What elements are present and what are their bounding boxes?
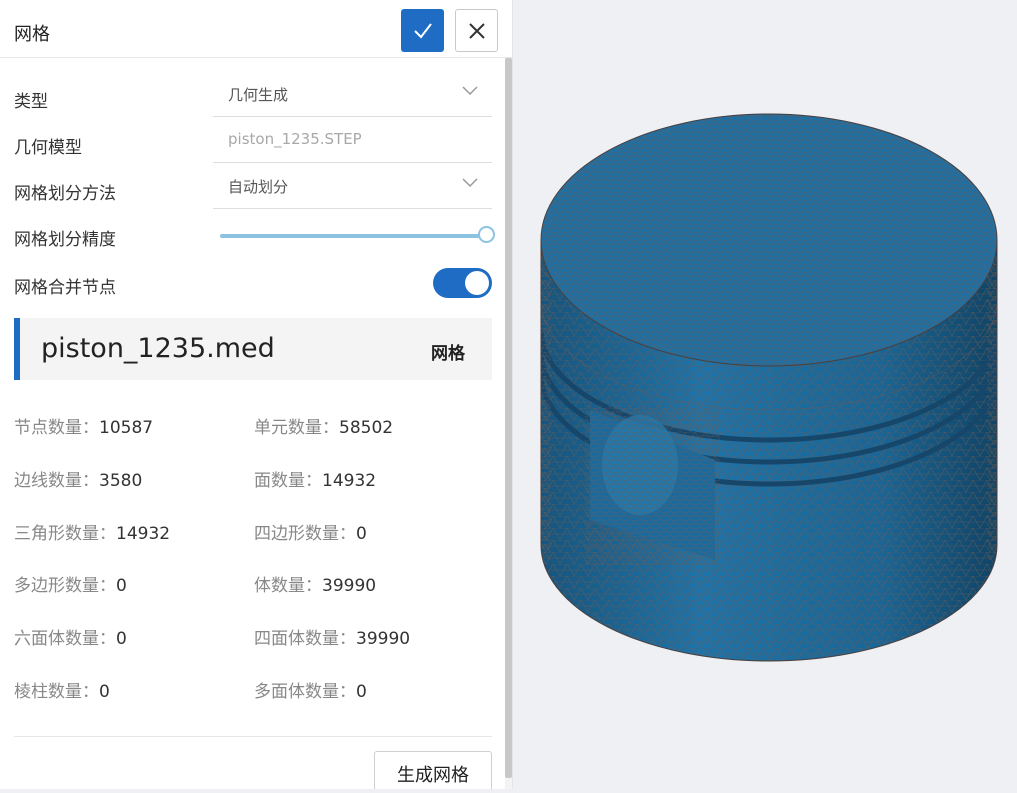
- method-select[interactable]: 自动划分: [213, 163, 492, 209]
- close-button[interactable]: [455, 9, 498, 52]
- merge-nodes-label: 网格合并节点: [14, 278, 116, 298]
- stat-item: 面数量：14932: [254, 471, 377, 491]
- mesh-panel: 网格 类型 几何生成 几何模型 piston_1235.STEP 网格划分方法 …: [0, 0, 513, 789]
- chevron-down-icon: [462, 178, 478, 188]
- stat-item: 节点数量：10587: [14, 418, 154, 438]
- stat-item: 六面体数量：0: [14, 629, 127, 649]
- stat-item: 多面体数量：0: [254, 682, 367, 702]
- confirm-button[interactable]: [401, 9, 444, 52]
- type-label: 类型: [14, 92, 48, 112]
- chevron-down-icon: [462, 86, 478, 96]
- footer-divider: [14, 736, 492, 737]
- scrollbar-thumb[interactable]: [505, 58, 512, 778]
- 3d-viewport[interactable]: [513, 0, 1017, 789]
- mesh-file-tag: 网格: [431, 344, 465, 364]
- mesh-file-name: piston_1235.med: [41, 333, 275, 364]
- geometry-input[interactable]: piston_1235.STEP: [213, 117, 492, 163]
- check-icon: [413, 22, 432, 39]
- stat-item: 四面体数量：39990: [254, 629, 411, 649]
- method-label: 网格划分方法: [14, 184, 116, 204]
- stat-item: 多边形数量：0: [14, 576, 127, 596]
- panel-title: 网格: [14, 24, 50, 45]
- stat-item: 体数量：39990: [254, 576, 377, 596]
- mesh-file-card: piston_1235.med 网格: [14, 318, 492, 380]
- geometry-placeholder: piston_1235.STEP: [228, 130, 362, 148]
- precision-slider-thumb[interactable]: [477, 226, 495, 243]
- method-value: 自动划分: [228, 178, 289, 196]
- merge-nodes-toggle[interactable]: [433, 268, 492, 298]
- card-accent-bar: [14, 318, 20, 380]
- stat-item: 三角形数量：14932: [14, 524, 171, 544]
- precision-label: 网格划分精度: [14, 230, 116, 250]
- stat-item: 边线数量：3580: [14, 471, 143, 491]
- type-value: 几何生成: [228, 86, 289, 104]
- panel-header: 网格: [0, 0, 512, 58]
- close-icon: [468, 22, 485, 39]
- geometry-label: 几何模型: [14, 138, 82, 158]
- stat-item: 四边形数量：0: [254, 524, 367, 544]
- stat-item: 单元数量：58502: [254, 418, 394, 438]
- precision-slider-track[interactable]: [220, 234, 486, 238]
- piston-mesh-model[interactable]: [513, 0, 1017, 789]
- stat-item: 棱柱数量：0: [14, 682, 110, 702]
- toggle-knob: [465, 271, 489, 295]
- generate-mesh-button[interactable]: 生成网格: [374, 751, 492, 789]
- type-select[interactable]: 几何生成: [213, 71, 492, 117]
